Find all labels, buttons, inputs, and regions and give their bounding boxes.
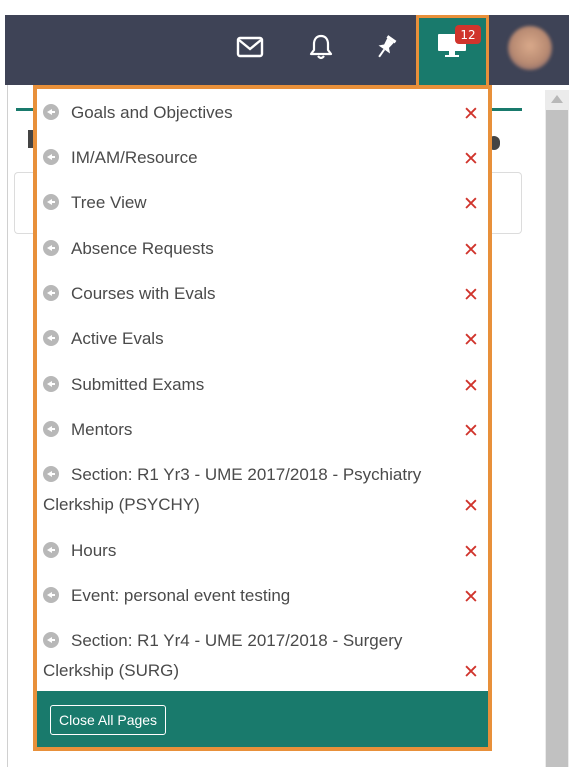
item-label: Event: personal event testing [71,586,291,605]
close-icon[interactable]: ✕ [463,150,479,169]
list-item[interactable]: Section: R1 Yr3 - UME 2017/2018 - Psychi… [37,460,488,520]
go-icon [43,194,59,210]
list-item[interactable]: Absence Requests ✕ [37,234,488,264]
go-icon [43,240,59,256]
item-link[interactable]: Active Evals [43,324,164,354]
item-link[interactable]: Hours [43,536,116,566]
item-label: Absence Requests [71,239,214,258]
item-link[interactable]: IM/AM/Resource [43,143,198,173]
close-icon[interactable]: ✕ [463,497,479,516]
page-border [7,85,8,767]
go-icon [43,466,59,482]
go-icon [43,632,59,648]
scrollbar-thumb[interactable] [546,110,568,767]
list-item[interactable]: Section: R1 Yr4 - UME 2017/2018 - Surger… [37,626,488,686]
background-card [488,172,522,234]
item-link[interactable]: Tree View [43,188,147,218]
mail-icon[interactable] [235,32,265,62]
list-item[interactable]: Tree View ✕ [37,188,488,218]
go-icon [43,587,59,603]
go-icon [43,285,59,301]
close-icon[interactable]: ✕ [463,377,479,396]
list-item[interactable]: Event: personal event testing ✕ [37,581,488,611]
avatar[interactable] [508,26,552,70]
item-link[interactable]: Absence Requests [43,234,214,264]
go-icon [43,421,59,437]
list-item[interactable]: Goals and Objectives ✕ [37,98,488,128]
close-icon[interactable]: ✕ [463,105,479,124]
notification-badge: 12 [455,25,481,44]
item-link[interactable]: Mentors [43,415,132,445]
go-icon [43,330,59,346]
list-item[interactable]: Active Evals ✕ [37,324,488,354]
close-icon[interactable]: ✕ [463,588,479,607]
list-item[interactable]: Courses with Evals ✕ [37,279,488,309]
list-item[interactable]: IM/AM/Resource ✕ [37,143,488,173]
open-pages-dropdown: Goals and Objectives ✕ IM/AM/Resource ✕ … [33,85,492,751]
close-icon[interactable]: ✕ [463,195,479,214]
list-item[interactable]: Submitted Exams ✕ [37,370,488,400]
close-icon[interactable]: ✕ [463,663,479,682]
item-label: IM/AM/Resource [71,148,198,167]
item-label: Courses with Evals [71,284,216,303]
item-label: Mentors [71,420,133,439]
item-label-continued[interactable]: Clerkship (PSYCHY) [43,490,200,520]
go-icon [43,376,59,392]
scroll-up-arrow[interactable] [551,95,563,103]
item-label-continued[interactable]: Clerkship (SURG) [43,656,179,686]
close-icon[interactable]: ✕ [463,331,479,350]
item-link[interactable]: Courses with Evals [43,279,216,309]
close-icon[interactable]: ✕ [463,241,479,260]
item-label: Active Evals [71,329,164,348]
list-item[interactable]: Mentors ✕ [37,415,488,445]
item-label: Tree View [71,193,147,212]
item-label: Submitted Exams [71,375,205,394]
go-icon [43,104,59,120]
item-label: Section: R1 Yr4 - UME 2017/2018 - Surger… [71,631,403,650]
dropdown-footer: Close All Pages [37,691,488,747]
item-link[interactable]: Submitted Exams [43,370,204,400]
close-all-pages-button[interactable]: Close All Pages [50,705,167,735]
close-icon[interactable]: ✕ [463,422,479,441]
item-link[interactable]: Section: R1 Yr3 - UME 2017/2018 - Psychi… [43,460,421,490]
go-icon [43,149,59,165]
item-link[interactable]: Event: personal event testing [43,581,290,611]
close-icon[interactable]: ✕ [463,286,479,305]
item-label: Goals and Objectives [71,103,233,122]
go-icon [43,542,59,558]
item-label: Hours [71,541,117,560]
item-label: Section: R1 Yr3 - UME 2017/2018 - Psychi… [71,465,422,484]
close-icon[interactable]: ✕ [463,543,479,562]
list-item[interactable]: Hours ✕ [37,536,488,566]
bell-icon[interactable] [306,32,336,62]
panel-accent-line [488,108,522,111]
item-link[interactable]: Goals and Objectives [43,98,233,128]
pin-icon[interactable] [371,32,401,62]
item-link[interactable]: Section: R1 Yr4 - UME 2017/2018 - Surger… [43,626,402,656]
